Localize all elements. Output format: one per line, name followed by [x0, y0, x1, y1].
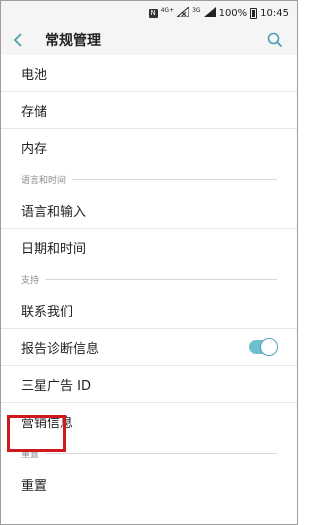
section-divider: [72, 178, 277, 180]
list-item-label: 重置: [21, 479, 48, 494]
clock: 10:45: [260, 7, 289, 19]
list-item-date-time[interactable]: 日期和时间: [1, 229, 297, 266]
battery-percent: 100%: [218, 7, 248, 19]
network-3g-indicator: 3G: [192, 6, 201, 14]
section-header-label: 支持: [21, 275, 40, 286]
section-header-language-time: 语言和时间: [1, 166, 297, 192]
list-item-memory[interactable]: 内存: [1, 129, 297, 166]
list-item-label: 联系我们: [21, 304, 74, 320]
diagnostics-toggle[interactable]: [249, 338, 278, 356]
section-header-support: 支持: [1, 266, 297, 292]
chevron-left-icon: [13, 33, 22, 47]
highlight-box: [7, 415, 66, 452]
notification-icon: N: [148, 8, 158, 18]
settings-list: 电池 存储 内存 语言和时间 语言和输入 日期和时间 支持 联系我们 报告诊断信…: [1, 55, 297, 524]
search-button[interactable]: [265, 30, 285, 50]
page-title: 常规管理: [45, 33, 101, 49]
signal-icon: [203, 6, 216, 20]
list-item-label: 语言和输入: [21, 204, 87, 220]
no-signal-icon: [175, 5, 190, 20]
list-item-language-input[interactable]: 语言和输入: [1, 192, 297, 229]
list-item-label: 内存: [21, 142, 48, 157]
back-button[interactable]: [13, 28, 33, 52]
section-divider: [45, 452, 277, 454]
toggle-knob: [260, 338, 278, 356]
list-item-battery[interactable]: 电池: [1, 55, 297, 92]
list-item-label: 电池: [21, 67, 48, 83]
section-header-label: 语言和时间: [21, 175, 67, 186]
network-4g-indicator: 4G+: [160, 6, 175, 14]
status-bar: N 4G+ 3G 100% 10:45: [1, 1, 297, 25]
list-item-reset[interactable]: 重置: [1, 466, 297, 503]
list-item-storage[interactable]: 存储: [1, 92, 297, 129]
phone-screen: N 4G+ 3G 100% 10:45 常规管理 电池 存储 内存 语言和时间 …: [0, 0, 298, 525]
list-item-contact-us[interactable]: 联系我们: [1, 292, 297, 329]
list-item-label: 日期和时间: [21, 242, 87, 257]
list-item-label: 报告诊断信息: [21, 341, 100, 357]
list-item-ad-id[interactable]: 三星广告 ID: [1, 366, 297, 403]
search-icon: [267, 32, 283, 48]
section-divider: [45, 278, 277, 280]
battery-icon: [250, 7, 258, 19]
list-item-diagnostics[interactable]: 报告诊断信息: [1, 329, 297, 366]
app-bar: 常规管理: [1, 25, 297, 55]
list-item-label: 三星广告 ID: [21, 378, 91, 394]
list-item-label: 存储: [21, 104, 48, 120]
